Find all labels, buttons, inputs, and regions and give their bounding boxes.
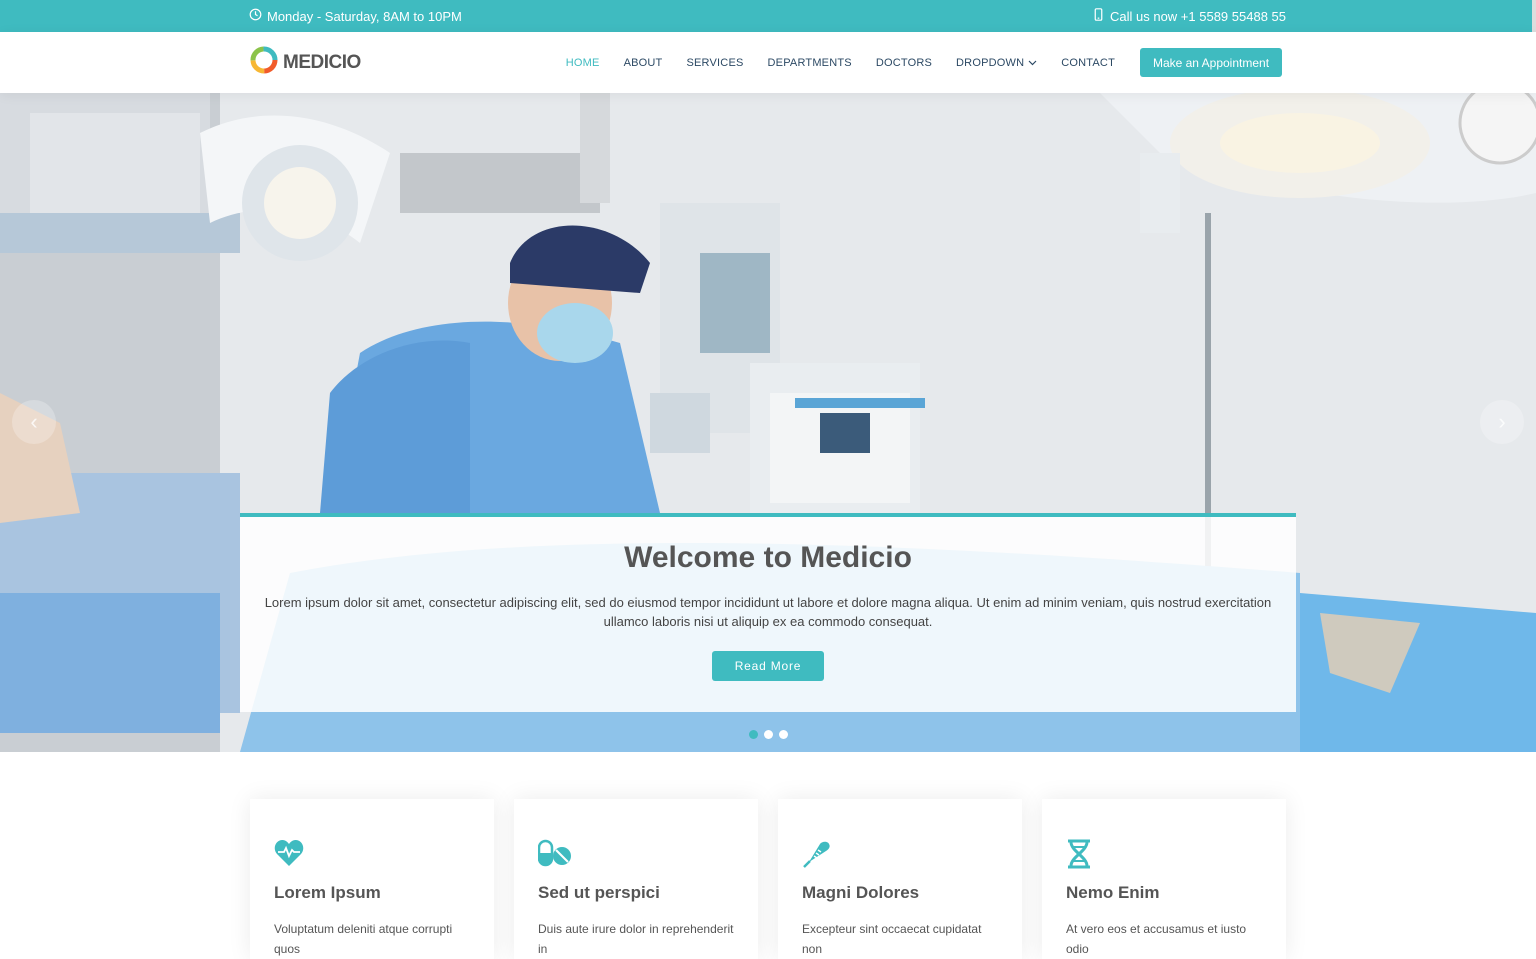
hero-carousel: ‹ › Welcome to Medicio Lorem ipsum dolor… [0, 93, 1536, 752]
feature-card: Sed ut perspici Duis aute irure dolor in… [514, 799, 758, 959]
feature-title: Magni Dolores [802, 883, 920, 902]
feature-text: Duis aute irure dolor in reprehenderit i… [538, 922, 734, 956]
appointment-button[interactable]: Make an Appointment [1140, 48, 1282, 77]
capsule-pill-icon [537, 839, 571, 871]
chevron-down-icon [1028, 57, 1037, 69]
dna-icon [1066, 839, 1098, 871]
clock-icon [249, 8, 262, 24]
feature-text: Excepteur sint occaecat cupidatat non [802, 922, 982, 956]
hero-title: Welcome to Medicio [624, 541, 912, 574]
heart-pulse-icon [274, 839, 306, 871]
feature-card: Lorem Ipsum Voluptatum deleniti atque co… [250, 799, 494, 959]
main-nav: HOME ABOUT SERVICES DEPARTMENTS DOCTORS … [554, 57, 1127, 69]
nav-services[interactable]: SERVICES [674, 57, 755, 69]
hours-info: Monday - Saturday, 8AM to 10PM [249, 8, 462, 24]
carousel-prev-button[interactable]: ‹ [12, 400, 56, 444]
feature-title: Lorem Ipsum [274, 883, 381, 902]
feature-card: Magni Dolores Excepteur sint occaecat cu… [778, 799, 1022, 959]
nav-about[interactable]: ABOUT [612, 57, 675, 69]
nav-departments[interactable]: DEPARTMENTS [756, 57, 864, 69]
hero-caption: Welcome to Medicio Lorem ipsum dolor sit… [240, 513, 1296, 712]
phone-text[interactable]: Call us now +1 5589 55488 55 [1110, 9, 1286, 24]
nav-doctors[interactable]: DOCTORS [864, 57, 944, 69]
phone-icon [1092, 8, 1105, 24]
nav-home[interactable]: HOME [554, 57, 612, 69]
hero-text: Lorem ipsum dolor sit amet, consectetur … [264, 595, 1272, 629]
logo-text: MEDICIO [283, 51, 361, 73]
feature-text: At vero eos et accusamus et iusto odio [1066, 922, 1247, 956]
hours-text: Monday - Saturday, 8AM to 10PM [267, 8, 462, 24]
carousel-indicators [749, 730, 788, 739]
syringe-icon [802, 839, 834, 871]
carousel-dot-2[interactable] [764, 730, 773, 739]
carousel-dot-3[interactable] [779, 730, 788, 739]
nav-dropdown[interactable]: DROPDOWN [944, 57, 1049, 69]
logo[interactable]: MEDICIO [249, 45, 361, 80]
phone-info: Call us now +1 5589 55488 55 [1092, 8, 1286, 24]
carousel-dot-1[interactable] [749, 730, 758, 739]
feature-title: Nemo Enim [1066, 883, 1160, 902]
feature-text: Voluptatum deleniti atque corrupti quos [274, 922, 453, 956]
topbar: Monday - Saturday, 8AM to 10PM Call us n… [0, 0, 1536, 32]
logo-ring-icon [249, 45, 279, 80]
carousel-next-button[interactable]: › [1480, 400, 1524, 444]
feature-card: Nemo Enim At vero eos et accusamus et iu… [1042, 799, 1286, 959]
nav-contact[interactable]: CONTACT [1049, 57, 1127, 69]
chevron-right-icon: › [1498, 409, 1506, 434]
feature-cards: Lorem Ipsum Voluptatum deleniti atque co… [250, 799, 1286, 959]
feature-title: Sed ut perspici [538, 883, 660, 902]
chevron-left-icon: ‹ [30, 409, 38, 434]
header: MEDICIO HOME ABOUT SERVICES DEPARTMENTS … [0, 32, 1536, 93]
read-more-button[interactable]: Read More [712, 651, 824, 681]
nav-dropdown-label: DROPDOWN [956, 56, 1025, 69]
